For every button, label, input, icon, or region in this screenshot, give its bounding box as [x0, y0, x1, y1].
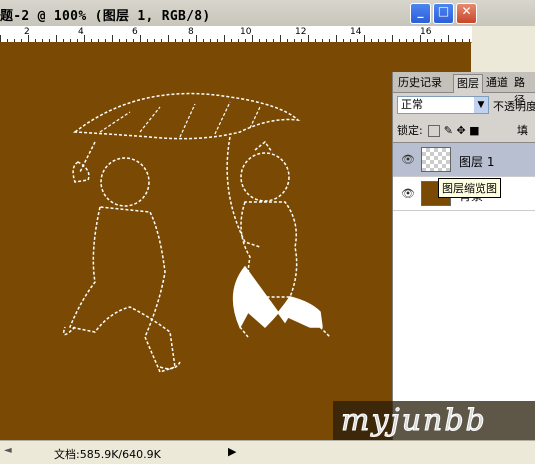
ruler-tick: [196, 35, 197, 42]
ruler-tick: [112, 35, 113, 42]
document-info: 文档:585.9K/640.9K: [54, 448, 161, 461]
lock-row: 锁定: ✎ ✥ ■: [397, 122, 480, 138]
lock-icon[interactable]: ■: [469, 124, 479, 137]
ruler-tick: [252, 35, 253, 42]
maximize-button[interactable]: □: [433, 3, 454, 24]
tab-layers[interactable]: 图层: [453, 74, 483, 93]
move-icon[interactable]: ✥: [456, 124, 465, 137]
tab-history[interactable]: 历史记录: [395, 74, 445, 92]
ruler-tick: [280, 35, 281, 42]
transparency-icon[interactable]: [428, 125, 441, 137]
ruler-tick: [84, 35, 85, 42]
ruler-tick: [336, 35, 337, 42]
ruler-label: 8: [188, 27, 194, 37]
layer-thumbnail-tooltip: 图层缩览图: [438, 178, 501, 198]
title-bar: 题-2 @ 100% (图层 1, RGB/8) _ □ ✕: [0, 0, 535, 26]
ruler-label: 12: [295, 27, 307, 37]
right-figure-head: [240, 152, 290, 202]
blend-mode-value: 正常: [401, 98, 423, 111]
layer-thumbnail[interactable]: [421, 147, 451, 172]
layers-panel: 历史记录 图层 通道 路径 正常 ▼ 不透明度 锁定: ✎ ✥ ■ 填 👁 图层…: [392, 72, 535, 441]
ruler-tick: [56, 35, 57, 42]
ruler-label: 16: [420, 27, 432, 37]
ruler-tick: [224, 35, 225, 42]
chevron-down-icon[interactable]: ▼: [474, 97, 488, 113]
tab-paths[interactable]: 路径: [511, 74, 535, 107]
ruler-tick: [308, 35, 309, 42]
panel-tabs: 历史记录 图层 通道 路径: [393, 72, 535, 107]
layer-name: 图层 1: [459, 155, 495, 169]
horizontal-ruler: 2 4 6 8 10 12 14 16: [0, 26, 472, 43]
ruler-tick: [364, 35, 365, 42]
ruler-label: 6: [132, 27, 138, 37]
opacity-label: 不透明度: [493, 100, 535, 113]
status-left-icon[interactable]: ◄: [4, 445, 12, 456]
status-bar: ◄ 文档:585.9K/640.9K ▶: [0, 440, 535, 464]
eye-icon[interactable]: 👁: [401, 153, 415, 166]
fill-label: 填: [517, 124, 528, 137]
ruler-label: 14: [350, 27, 362, 37]
brush-icon[interactable]: ✎: [444, 124, 453, 137]
ruler-tick: [140, 35, 141, 42]
ruler-tick: [28, 35, 29, 42]
ruler-tick: [392, 35, 393, 42]
left-figure-body: [68, 206, 176, 373]
ruler-tick: [0, 35, 1, 42]
lock-label: 锁定:: [397, 124, 423, 137]
minimize-button[interactable]: _: [410, 3, 431, 24]
leaf-umbrella: [72, 92, 301, 140]
ruler-label: 4: [78, 27, 84, 37]
ruler-tick: [420, 35, 421, 42]
ruler-tick: [448, 35, 449, 42]
layer-row[interactable]: 👁 图层 1: [393, 143, 535, 177]
ruler-tick: [168, 35, 169, 42]
status-menu-arrow[interactable]: ▶: [228, 445, 236, 458]
eye-icon[interactable]: 👁: [401, 187, 415, 200]
watermark-text: myjunbb: [341, 403, 487, 439]
tab-channels[interactable]: 通道: [483, 74, 511, 92]
left-figure-head: [100, 157, 150, 207]
close-button[interactable]: ✕: [456, 3, 477, 24]
blend-mode-select[interactable]: 正常 ▼: [397, 96, 489, 114]
ruler-label: 10: [240, 27, 252, 37]
watermark: myjunbb: [333, 401, 535, 440]
window-title: 题-2 @ 100% (图层 1, RGB/8): [0, 9, 211, 24]
